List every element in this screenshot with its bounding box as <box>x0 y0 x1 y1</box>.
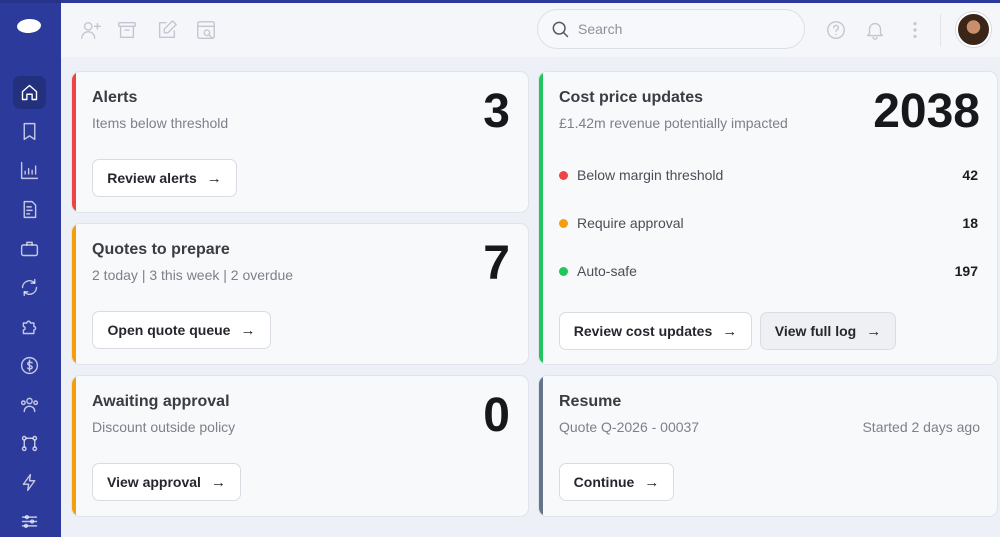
view-approval-button[interactable]: View approval → <box>92 463 241 501</box>
arrow-right-icon: → <box>240 321 256 339</box>
accent-bar <box>539 72 543 364</box>
stat-row-below-margin[interactable]: Below margin threshold 42 <box>559 165 978 185</box>
card-subtitle: 2 today | 3 this week | 2 overdue <box>92 267 294 283</box>
sync-icon[interactable] <box>13 271 46 304</box>
review-alerts-button[interactable]: Review alerts → <box>92 159 237 197</box>
search-input[interactable] <box>578 21 778 37</box>
avatar[interactable] <box>956 12 991 47</box>
accent-bar <box>72 224 76 364</box>
open-quote-queue-button[interactable]: Open quote queue → <box>92 311 271 349</box>
quotes-count: 7 <box>483 237 510 290</box>
card-title: Cost price updates <box>559 89 704 106</box>
arrow-right-icon: → <box>206 169 222 187</box>
card-title: Awaiting approval <box>92 393 230 410</box>
search-records-icon[interactable] <box>195 19 217 41</box>
approval-count: 0 <box>483 389 510 442</box>
card-title: Resume <box>559 393 622 410</box>
status-dot <box>559 170 568 180</box>
dollar-icon[interactable] <box>13 349 46 382</box>
cost-updates-card: Cost price updates £1.42m revenue potent… <box>538 71 998 365</box>
alerts-count: 3 <box>483 85 510 138</box>
edit-icon[interactable] <box>156 19 178 41</box>
puzzle-icon[interactable] <box>13 310 46 343</box>
stat-count: 197 <box>954 263 978 279</box>
stat-label: Auto-safe <box>577 263 637 279</box>
card-subtitle: £1.42m revenue potentially impacted <box>559 115 788 131</box>
arrow-right-icon: → <box>644 473 660 491</box>
stat-count: 18 <box>962 215 978 231</box>
stat-label: Require approval <box>577 215 684 231</box>
arrow-right-icon: → <box>866 322 882 340</box>
stat-row-require-approval[interactable]: Require approval 18 <box>559 213 978 233</box>
button-label: View full log <box>774 323 857 339</box>
card-title: Alerts <box>92 89 138 106</box>
card-subtitle: Items below threshold <box>92 115 229 131</box>
button-label: Continue <box>573 474 635 490</box>
button-label: Review alerts <box>107 170 197 186</box>
started-time: Started 2 days ago <box>862 419 980 435</box>
home-icon[interactable] <box>13 76 46 109</box>
continue-button[interactable]: Continue → <box>559 463 674 501</box>
quote-reference: Quote Q-2026 - 00037 <box>559 419 700 435</box>
briefcase-icon[interactable] <box>13 232 46 265</box>
arrow-right-icon: → <box>210 473 226 491</box>
users-icon[interactable] <box>13 388 46 421</box>
view-full-log-button[interactable]: View full log → <box>760 312 896 350</box>
workflow-icon[interactable] <box>13 427 46 460</box>
arrow-right-icon: → <box>722 322 738 340</box>
stat-label: Below margin threshold <box>577 167 724 183</box>
stat-count: 42 <box>962 167 978 183</box>
status-dot <box>559 218 568 228</box>
invoice-icon[interactable] <box>13 193 46 226</box>
button-label: Review cost updates <box>573 323 713 339</box>
sidebar <box>0 0 61 537</box>
button-label: View approval <box>107 474 201 490</box>
card-title: Quotes to prepare <box>92 241 230 258</box>
review-cost-updates-button[interactable]: Review cost updates → <box>559 312 752 350</box>
lightning-icon[interactable] <box>13 466 46 499</box>
search-bar[interactable] <box>537 9 805 49</box>
button-label: Open quote queue <box>107 322 231 338</box>
stat-row-auto-safe[interactable]: Auto-safe 197 <box>559 261 978 281</box>
search-icon <box>552 21 569 38</box>
sliders-icon[interactable] <box>13 505 46 537</box>
top-bar <box>61 0 1000 57</box>
alerts-card: Alerts Items below threshold 3 Review al… <box>71 71 529 213</box>
quotes-card: Quotes to prepare 2 today | 3 this week … <box>71 223 529 365</box>
cost-updates-count: 2038 <box>873 85 980 138</box>
accent-bar <box>72 376 76 516</box>
more-icon[interactable] <box>904 19 926 41</box>
archive-icon[interactable] <box>116 19 138 41</box>
accent-bar <box>539 376 543 516</box>
help-icon[interactable] <box>825 19 847 41</box>
accent-bar <box>72 72 76 212</box>
divider <box>940 14 941 47</box>
chart-icon[interactable] <box>13 154 46 187</box>
logo <box>16 18 42 34</box>
bell-icon[interactable] <box>864 19 886 41</box>
approval-card: Awaiting approval Discount outside polic… <box>71 375 529 517</box>
resume-card: Resume Quote Q-2026 - 00037 Started 2 da… <box>538 375 998 517</box>
status-dot <box>559 266 568 276</box>
bookmark-icon[interactable] <box>13 115 46 148</box>
add-user-icon[interactable] <box>80 19 102 41</box>
card-subtitle: Discount outside policy <box>92 419 236 435</box>
